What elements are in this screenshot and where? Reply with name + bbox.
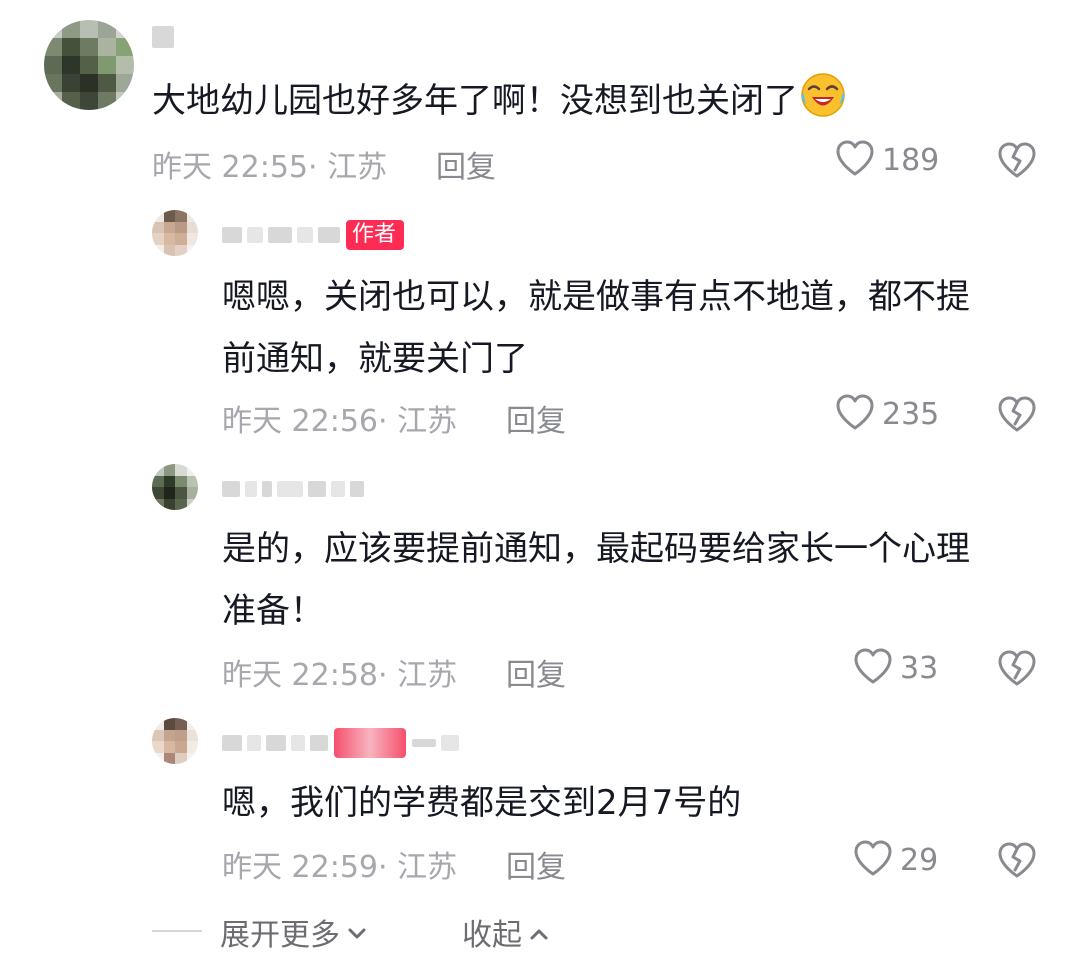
avatar[interactable]: [152, 718, 198, 764]
expand-more-button[interactable]: 展开更多: [220, 910, 368, 954]
collapse-button[interactable]: 收起: [462, 910, 550, 954]
comment-meta: 昨天 22:59· 江苏: [222, 850, 458, 885]
broken-heart-icon: [996, 142, 1038, 184]
reply-button[interactable]: 回复: [506, 842, 566, 886]
avatar[interactable]: [152, 210, 198, 256]
replies-footer: 展开更多 收起: [0, 906, 1080, 956]
avatar[interactable]: [152, 464, 198, 510]
expand-label: 展开更多: [220, 918, 340, 953]
username[interactable]: [152, 22, 174, 52]
chevron-down-icon: [346, 915, 368, 950]
like-count: 33: [900, 650, 939, 686]
collapse-label: 收起: [462, 918, 522, 953]
blurred-username: [152, 26, 174, 48]
author-badge: 作者: [346, 220, 405, 250]
reply-button[interactable]: 回复: [506, 650, 566, 694]
reply-button[interactable]: 回复: [506, 396, 566, 440]
blurred-username: [222, 735, 328, 751]
like-count: 235: [882, 396, 940, 432]
reply-button[interactable]: 回复: [436, 142, 496, 186]
dislike-button[interactable]: [996, 840, 1038, 884]
username[interactable]: [222, 474, 364, 504]
comment-text: 大地幼儿园也好多年了啊！没想到也关闭了: [152, 70, 846, 132]
laughing-crying-emoji-icon: [800, 72, 846, 118]
like-button[interactable]: 235: [834, 392, 939, 436]
heart-outline-icon: [852, 646, 894, 690]
blurred-username: [222, 227, 340, 243]
blurred-badge: [334, 728, 406, 758]
comment-text: 是的，应该要提前通知，最起码要给家长一个心理 准备！: [222, 529, 970, 631]
blurred-username: [222, 481, 364, 497]
comment-meta: 昨天 22:58· 江苏: [222, 658, 458, 693]
broken-heart-icon: [996, 842, 1038, 884]
username[interactable]: 作者: [222, 220, 405, 250]
heart-outline-icon: [852, 838, 894, 882]
divider: [152, 930, 202, 932]
like-button[interactable]: 189: [834, 138, 939, 182]
chevron-up-icon: [528, 915, 550, 950]
heart-outline-icon: [834, 392, 876, 436]
blurred-username: [412, 735, 459, 751]
heart-outline-icon: [834, 138, 876, 182]
broken-heart-icon: [996, 650, 1038, 692]
dislike-button[interactable]: [996, 394, 1038, 438]
dislike-button[interactable]: [996, 140, 1038, 184]
like-button[interactable]: 33: [852, 646, 938, 690]
comment-text: 嗯嗯，关闭也可以，就是做事有点不地道，都不提 前通知，就要关门了: [222, 277, 970, 379]
comment-meta: 昨天 22:56· 江苏: [222, 404, 458, 439]
comment-text: 嗯，我们的学费都是交到2月7号的: [222, 783, 742, 823]
like-count: 29: [900, 842, 939, 878]
dislike-button[interactable]: [996, 648, 1038, 692]
broken-heart-icon: [996, 396, 1038, 438]
avatar[interactable]: [44, 20, 134, 110]
like-button[interactable]: 29: [852, 838, 938, 882]
like-count: 189: [882, 142, 940, 178]
username[interactable]: [222, 728, 459, 758]
comment-meta: 昨天 22:55· 江苏: [152, 150, 388, 185]
